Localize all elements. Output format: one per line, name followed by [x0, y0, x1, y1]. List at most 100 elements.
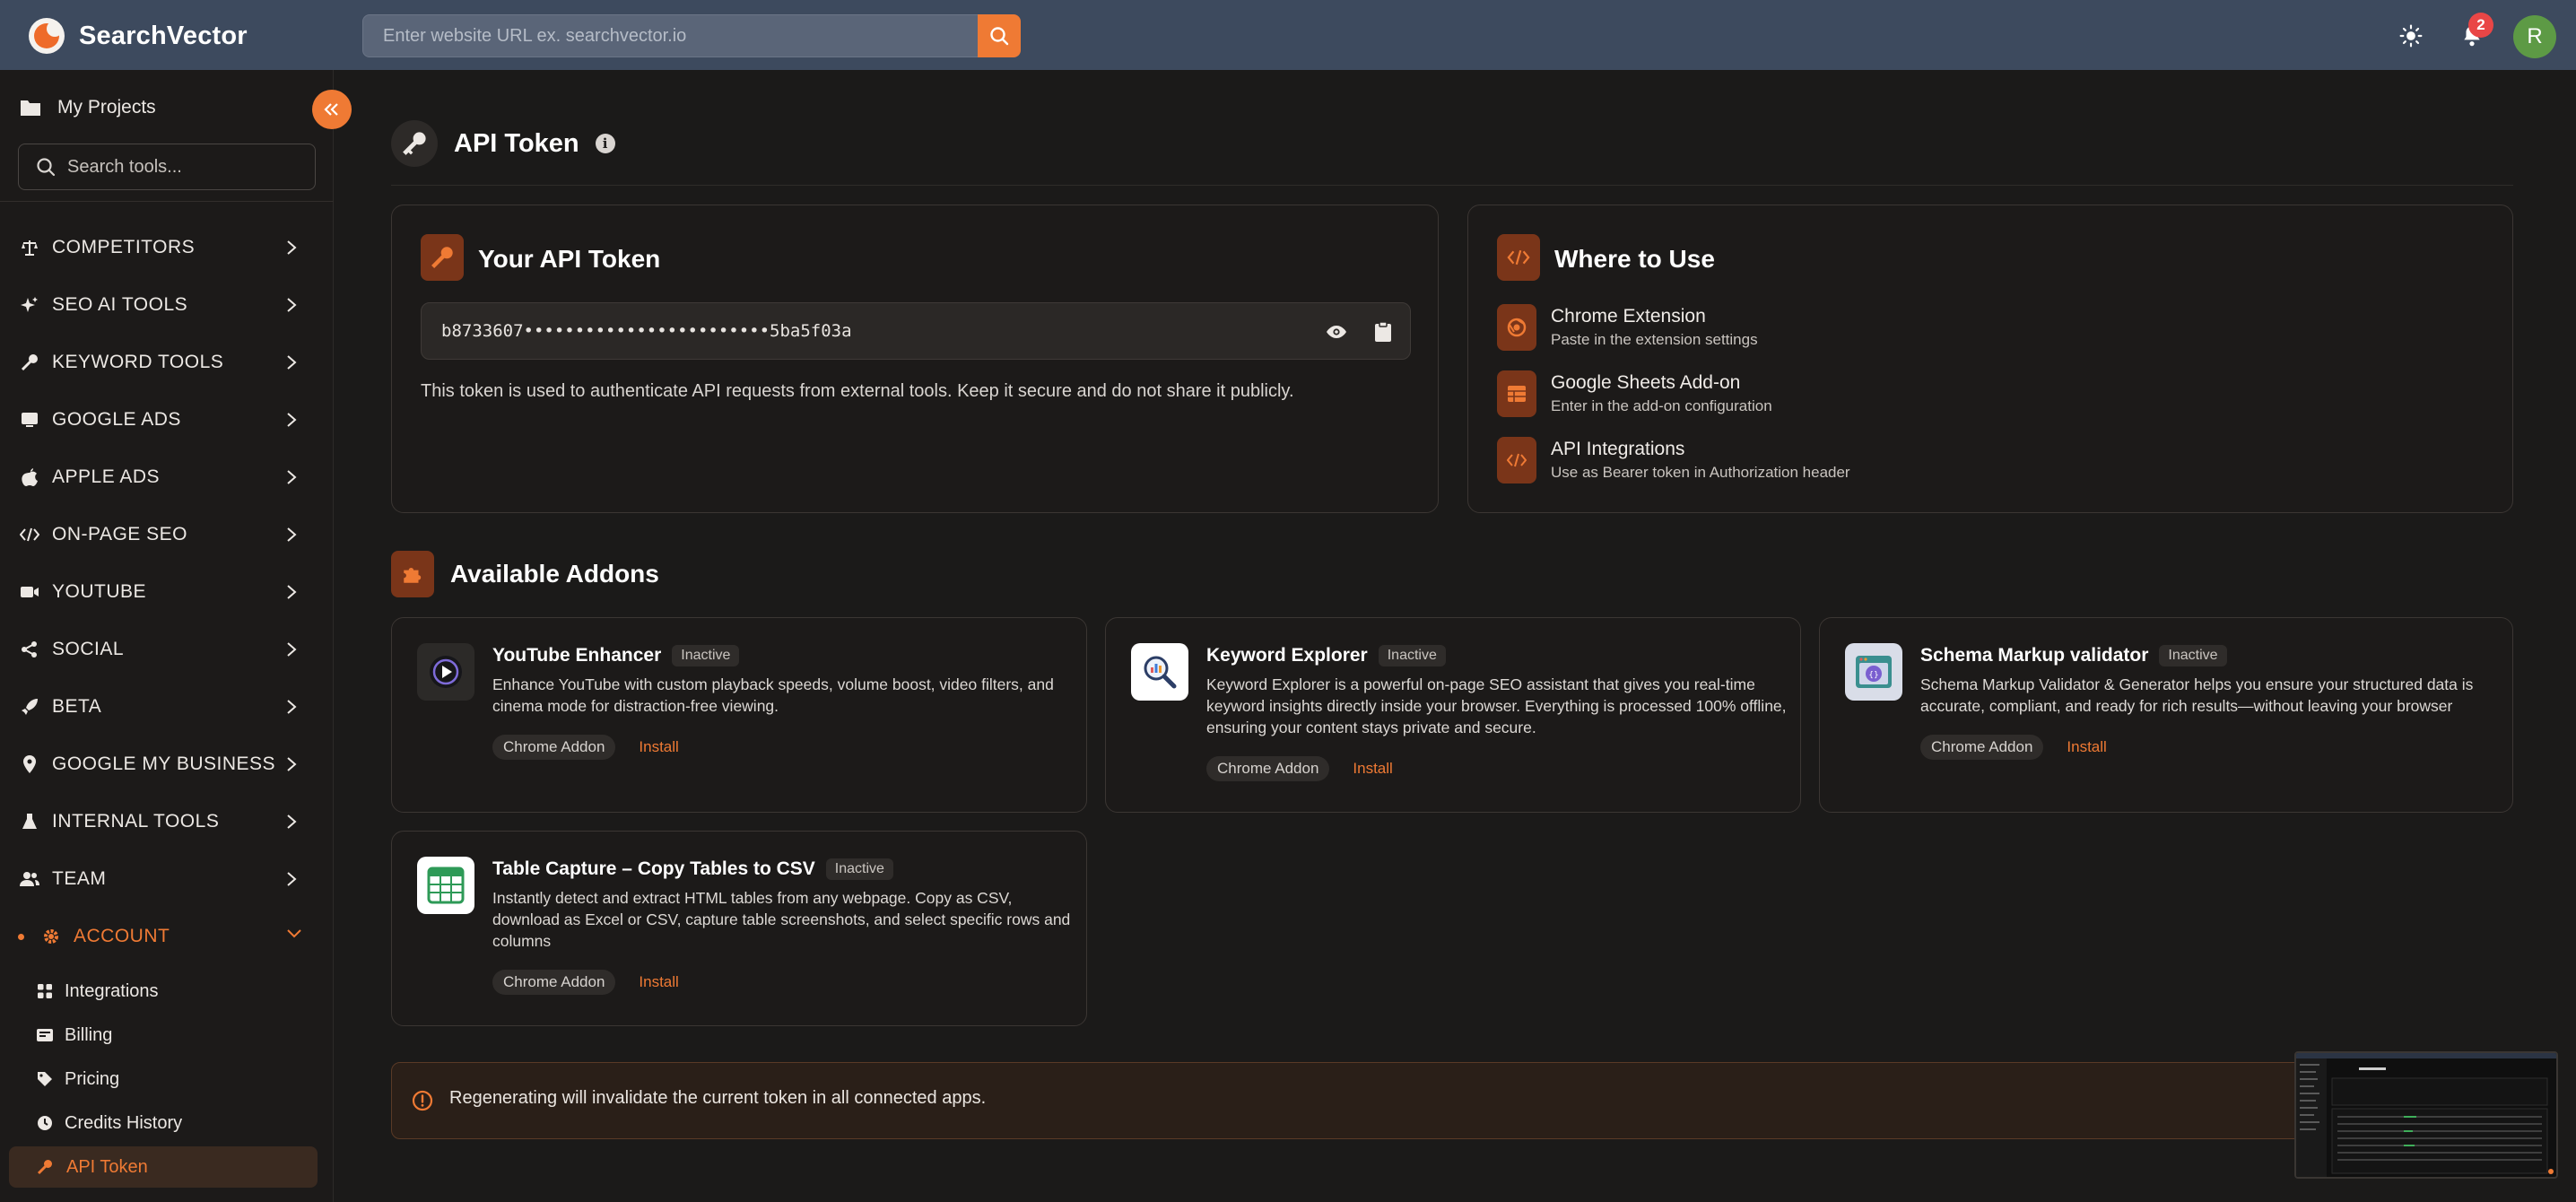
addon-description-line: keyword insights directly inside your br…: [1206, 697, 1787, 715]
table-capture-icon: [417, 857, 474, 914]
table-icon: [1497, 370, 1536, 417]
sidebar-item-label: APPLE ADS: [52, 466, 161, 487]
sidebar-item-label: ACCOUNT: [74, 926, 170, 946]
use-item-title: Google Sheets Add-on: [1551, 372, 1741, 393]
show-token-button[interactable]: [1326, 321, 1347, 347]
sidebar-subitem-credits-history[interactable]: Credits History: [0, 1102, 334, 1144]
addon-name-row: Schema Markup validator Inactive: [1920, 645, 2227, 667]
page-title: API Token: [454, 128, 579, 158]
sidebar-subitem-label: API Token: [66, 1156, 148, 1177]
sidebar-subitem-label: Credits History: [65, 1112, 183, 1133]
copy-token-button[interactable]: [1374, 321, 1392, 347]
keyword-explorer-icon: [1131, 643, 1188, 701]
sidebar-item-label: COMPETITORS: [52, 237, 196, 257]
token-field[interactable]: b8733607••••••••••••••••••••••••5ba5f03a: [421, 302, 1411, 360]
addon-description: Schema Markup Validator & Generator help…: [1920, 674, 2473, 717]
addon-description-line: Instantly detect and extract HTML tables…: [492, 889, 1013, 907]
card-title: Where to Use: [1554, 245, 1715, 273]
my-projects-link[interactable]: My Projects: [20, 97, 156, 118]
addon-card-table-capture: Table Capture – Copy Tables to CSV Inacti…: [391, 831, 1087, 1026]
code-icon: [1497, 234, 1540, 281]
sidebar-subitem-pricing[interactable]: Pricing: [0, 1058, 334, 1100]
sidebar-subitem-billing[interactable]: Billing: [0, 1015, 334, 1056]
warning-text: Regenerating will invalidate the current…: [449, 1088, 987, 1108]
sidebar-item-team[interactable]: TEAM: [0, 854, 334, 904]
sidebar-item-competitors[interactable]: COMPETITORS: [0, 222, 334, 273]
chevron-right-icon: [287, 757, 297, 771]
use-item-title: Chrome Extension: [1551, 306, 1706, 327]
rocket-icon: [20, 697, 39, 717]
sidebar-item-google-ads[interactable]: GOOGLE ADS: [0, 395, 334, 445]
key-icon: [20, 353, 39, 372]
addon-description: Keyword Explorer is a powerful on-page S…: [1206, 674, 1787, 738]
sidebar-item-google-my-business[interactable]: GOOGLE MY BUSINESS: [0, 739, 334, 789]
install-button[interactable]: Install: [639, 738, 678, 756]
page-preview-thumbnail[interactable]: [2294, 1051, 2558, 1179]
chevron-right-icon: [287, 585, 297, 599]
addon-name-row: Keyword Explorer Inactive: [1206, 645, 1446, 667]
addon-card-youtube-enhancer: YouTube Enhancer Inactive Enhance YouTube…: [391, 617, 1087, 813]
status-badge: Inactive: [2159, 645, 2227, 667]
folder-icon: [21, 100, 40, 116]
sidebar-item-on-page-seo[interactable]: ON-PAGE SEO: [0, 510, 334, 560]
users-icon: [20, 869, 39, 889]
sidebar-item-keyword-tools[interactable]: KEYWORD TOOLS: [0, 337, 334, 388]
sidebar-item-label: GOOGLE ADS: [52, 409, 181, 430]
tag-icon: [36, 1070, 54, 1088]
flask-icon: [20, 812, 39, 832]
sidebar-item-youtube[interactable]: YOUTUBE: [0, 567, 334, 617]
map-pin-icon: [20, 754, 39, 774]
top-bar: SearchVector 2 R: [0, 0, 2576, 70]
sidebar-subitem-label: Integrations: [65, 980, 159, 1001]
use-item-subtitle: Enter in the add-on configuration: [1551, 397, 1772, 414]
puzzle-icon: [391, 551, 434, 597]
code-icon: [1497, 437, 1536, 483]
api-token-card: Your API Token b8733607•••••••••••••••••…: [391, 205, 1439, 513]
collapse-sidebar-button[interactable]: [312, 90, 352, 129]
svg-text:{}: {}: [1868, 671, 1878, 680]
receipt-icon: [36, 1026, 54, 1044]
user-avatar[interactable]: R: [2513, 15, 2556, 58]
chevron-right-icon: [287, 355, 297, 370]
chevron-right-icon: [287, 642, 297, 657]
sidebar-item-social[interactable]: SOCIAL: [0, 624, 334, 675]
url-search-input[interactable]: [362, 14, 979, 57]
install-button[interactable]: Install: [1353, 760, 1392, 778]
sidebar-item-beta[interactable]: BETA: [0, 682, 334, 732]
sidebar-item-seo-ai-tools[interactable]: SEO AI TOOLS: [0, 280, 334, 330]
addon-description-line: columns: [492, 932, 552, 950]
addon-description-line: Schema Markup Validator & Generator help…: [1920, 675, 2474, 693]
sidebar-item-internal-tools[interactable]: INTERNAL TOOLS: [0, 797, 334, 847]
token-value[interactable]: b8733607••••••••••••••••••••••••5ba5f03a: [441, 321, 852, 341]
schema-validator-icon: {}: [1845, 643, 1902, 701]
addon-name-row: YouTube Enhancer Inactive: [492, 645, 740, 667]
install-button[interactable]: Install: [639, 973, 678, 991]
addon-description-line: Enhance YouTube with custom playback spe…: [492, 675, 1054, 693]
addon-description: Instantly detect and extract HTML tables…: [492, 887, 1070, 952]
info-icon[interactable]: i: [595, 134, 615, 153]
alert-circle-icon: [412, 1090, 433, 1111]
chevron-down-icon: [287, 929, 301, 938]
sidebar-item-apple-ads[interactable]: APPLE ADS: [0, 452, 334, 502]
addon-footer: Chrome Addon Install: [492, 735, 679, 760]
use-item-title: API Integrations: [1551, 439, 1685, 459]
ad-icon: [20, 410, 39, 430]
addon-name-row: Table Capture – Copy Tables to CSV Inacti…: [492, 858, 893, 881]
sidebar-item-label: SOCIAL: [52, 639, 125, 659]
clock-icon: [36, 1114, 54, 1132]
sidebar-subitem-integrations[interactable]: Integrations: [0, 971, 334, 1012]
brand[interactable]: SearchVector: [29, 18, 248, 54]
preview-image: [2296, 1053, 2556, 1177]
theme-toggle-button[interactable]: [2398, 23, 2424, 48]
sidebar-item-label: GOOGLE MY BUSINESS: [52, 753, 276, 774]
my-projects-label: My Projects: [57, 97, 156, 118]
sidebar-item-account[interactable]: ACCOUNT: [0, 911, 334, 962]
addon-type-badge: Chrome Addon: [1206, 756, 1330, 781]
notification-count-badge: 2: [2468, 13, 2493, 38]
brand-name: SearchVector: [79, 21, 248, 50]
sidebar-subitem-api-token[interactable]: API Token: [9, 1146, 318, 1188]
regenerate-warning: Regenerating will invalidate the current…: [391, 1062, 2513, 1139]
tool-search-input[interactable]: [67, 144, 309, 189]
install-button[interactable]: Install: [2067, 738, 2106, 756]
url-search-button[interactable]: [978, 14, 1021, 57]
